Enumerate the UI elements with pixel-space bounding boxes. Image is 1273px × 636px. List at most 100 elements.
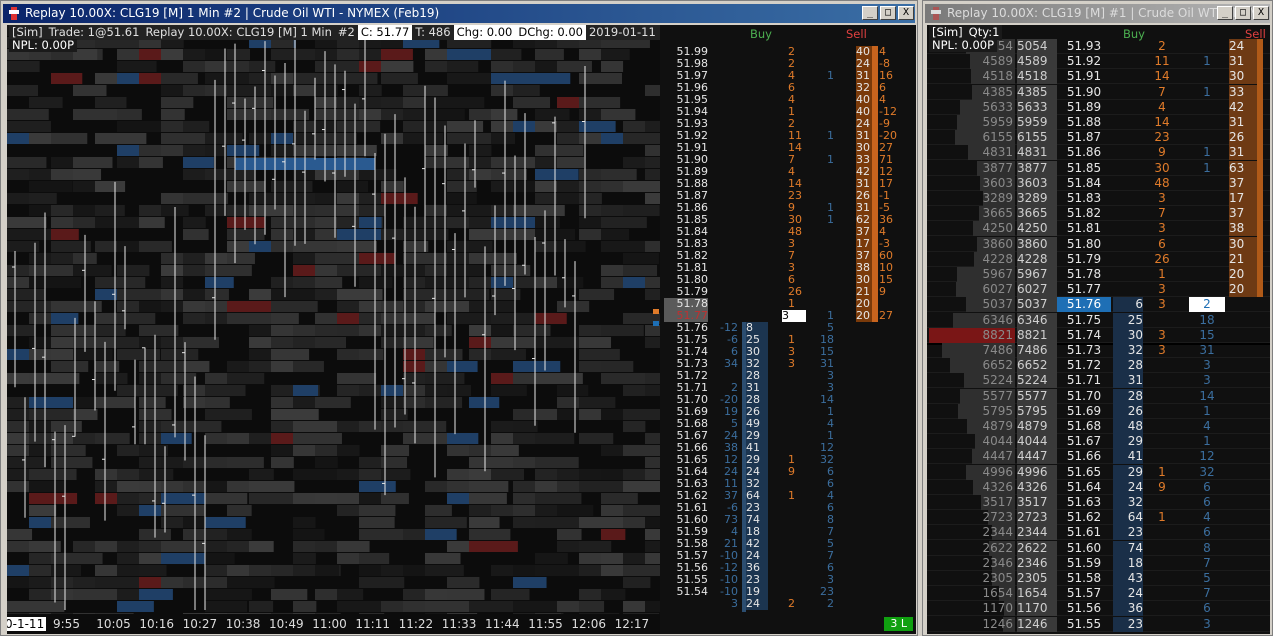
dom-row[interactable]: 2346 2346 51.59 18 7 [927, 555, 1270, 571]
heatmap-cell [645, 553, 660, 564]
volume-cell: 4044 [982, 434, 1013, 449]
heatmap-cell [491, 373, 514, 384]
dom-row[interactable]: 5224 5224 51.71 31 3 [927, 373, 1270, 389]
dom-row[interactable]: 7486 7486 51.73 32 3 31 [927, 343, 1270, 358]
dom-row[interactable]: 5577 5577 51.70 28 14 [927, 388, 1270, 404]
dom-row[interactable]: 1654 1654 51.57 24 7 [927, 586, 1270, 602]
window-title-bar[interactable]: Replay 10.00X: CLG19 [M] 1 Min #2 | Crud… [3, 4, 915, 23]
hud-replay: Replay 10.00X: CLG19 [M] 1 Min [142, 25, 335, 40]
price-chart[interactable]: [Sim] Trade: 1@51.61 Replay 10.00X: CLG1… [7, 25, 660, 614]
heatmap-cell [161, 133, 210, 144]
heatmap-cell [557, 505, 594, 516]
dom-row[interactable]: 5633 5633 51.89 4 42 [927, 99, 1270, 115]
dom-row[interactable]: 6155 6155 51.87 23 26 [927, 130, 1270, 146]
buy-header: Buy [750, 27, 772, 41]
chart-canvas[interactable] [7, 25, 660, 614]
delta-cell: 3 [731, 597, 738, 610]
heatmap-cell [51, 421, 82, 432]
dom-row[interactable]: 1246 1246 51.55 23 3 [927, 616, 1270, 632]
dom-ladder[interactable]: 5054 5054 51.93 2 24 4589 4589 51.92 11 1 31 4518 45… [927, 25, 1270, 634]
minimize-button[interactable]: _ [862, 6, 878, 20]
heatmap-cell [117, 337, 142, 348]
maximize-button[interactable]: □ [1235, 6, 1251, 20]
heatmap-cell [535, 313, 567, 324]
dom-row[interactable]: 5037 5037 51.76 6 3 2 [927, 297, 1270, 313]
dom-row[interactable]: 4044 4044 51.67 29 1 [927, 434, 1270, 450]
volume-cell: 2344 [1017, 525, 1057, 541]
dom-row[interactable]: 4385 4385 51.90 7 1 33 [927, 84, 1270, 100]
volume-cell: 6346 [982, 312, 1013, 327]
close-button[interactable]: X [898, 6, 914, 20]
dom-row[interactable]: 6346 6346 51.75 25 18 [927, 312, 1270, 328]
sold-cell: 6 [1158, 236, 1166, 251]
dom-row[interactable]: 4996 4996 51.65 29 1 32 [927, 464, 1270, 480]
maximize-button[interactable]: □ [880, 6, 896, 20]
dom-row[interactable]: 3603 3603 51.84 48 37 [927, 175, 1270, 191]
heatmap-cell [7, 217, 47, 228]
bid-cell: 18 [1113, 555, 1143, 571]
dom-row[interactable]: 2344 2344 51.61 23 6 [927, 525, 1270, 541]
heatmap-cell [491, 169, 528, 180]
heatmap-cell [337, 541, 370, 552]
close-button[interactable]: X [1253, 6, 1269, 20]
dom-row[interactable]: 4831 4831 51.86 9 1 31 [927, 145, 1270, 161]
dom-row[interactable]: 4589 4589 51.92 11 1 31 [927, 54, 1270, 70]
sold-cell: 11 [1154, 54, 1170, 69]
ladder-row[interactable]: 3 24 2 2 [660, 598, 916, 610]
dom-row[interactable]: 3860 3860 51.80 6 30 [927, 236, 1270, 252]
price-cell: 51.59 [1066, 555, 1102, 570]
heatmap-cell [535, 109, 570, 120]
dom-row[interactable]: 4447 4447 51.66 41 12 [927, 449, 1270, 465]
heatmap-cell [161, 97, 194, 108]
dom-row[interactable]: 4326 4326 51.64 24 9 6 [927, 479, 1270, 495]
price-cell: 51.63 [1066, 495, 1102, 509]
dom-row[interactable]: 3517 3517 51.63 32 6 [927, 495, 1270, 510]
window-title-bar[interactable]: Replay 10.00X: CLG19 [M] #1 | Crude Oil … [925, 4, 1270, 23]
dom-row[interactable]: 5795 5795 51.69 26 1 [927, 403, 1270, 419]
price-ladder[interactable]: Buy Sell 51.99 2 40 4 51.98 2 24 -8 51.97 4 1 31 16 5… [660, 25, 916, 634]
dom-row[interactable]: 2305 2305 51.58 43 5 [927, 571, 1270, 586]
dom-row[interactable]: 2723 2723 51.62 64 1 4 [927, 510, 1270, 526]
heatmap-cell [359, 85, 382, 96]
dom-row[interactable]: 5959 5959 51.88 14 31 [927, 115, 1270, 130]
heatmap-cell [403, 241, 429, 252]
heatmap-cell [469, 517, 500, 528]
npl-label: NPL: 0.00P [9, 39, 78, 52]
heatmap-cell [469, 397, 500, 408]
dom-row[interactable]: 4228 4228 51.79 26 21 [927, 251, 1270, 267]
dom-row[interactable]: 6027 6027 51.77 3 20 [927, 282, 1270, 298]
heatmap-cell [29, 505, 57, 516]
ask-cell: 31 [1229, 145, 1257, 161]
dom-row[interactable]: 3877 3877 51.85 30 1 63 [927, 160, 1270, 176]
heatmap-cell [645, 601, 660, 612]
minimize-button[interactable]: _ [1217, 6, 1233, 20]
dom-row[interactable]: 5967 5967 51.78 1 20 [927, 267, 1270, 282]
bought-cell: 8 [1203, 540, 1211, 555]
dom-row[interactable]: 2622 2622 51.60 74 8 [927, 540, 1270, 556]
heatmap-cell [29, 517, 53, 528]
dom-row[interactable]: 1170 1170 51.56 36 6 [927, 601, 1270, 617]
heatmap-cell [139, 325, 179, 336]
price-cell: 51.83 [1066, 191, 1102, 205]
dom-row[interactable]: 4879 4879 51.68 48 4 [927, 419, 1270, 434]
dom-row[interactable]: 3289 3289 51.83 3 17 [927, 191, 1270, 206]
dom-row[interactable]: 6652 6652 51.72 28 3 [927, 358, 1270, 374]
heatmap-cell [645, 241, 660, 252]
heatmap-cell [645, 385, 660, 396]
heatmap-cell [447, 265, 486, 276]
heatmap-cell [337, 445, 360, 456]
dom-row[interactable]: 4518 4518 51.91 14 30 [927, 69, 1270, 85]
heatmap-cell [161, 505, 205, 516]
heatmap-cell [425, 109, 465, 120]
dom-row[interactable]: 4250 4250 51.81 3 38 [927, 221, 1270, 237]
heatmap-cell [183, 193, 229, 204]
dom-row[interactable]: 8821 8821 51.74 30 3 15 [927, 327, 1270, 343]
dom-row[interactable]: 3665 3665 51.82 7 37 [927, 206, 1270, 222]
heatmap-cell [579, 481, 629, 492]
heatmap-cell [623, 421, 646, 432]
heatmap-cell [205, 409, 252, 420]
heatmap-cell [535, 337, 581, 348]
position-badge[interactable]: 3 L [884, 617, 913, 631]
bought-cell: 1 [1203, 434, 1211, 449]
volume-cell: 4831 [982, 145, 1013, 160]
